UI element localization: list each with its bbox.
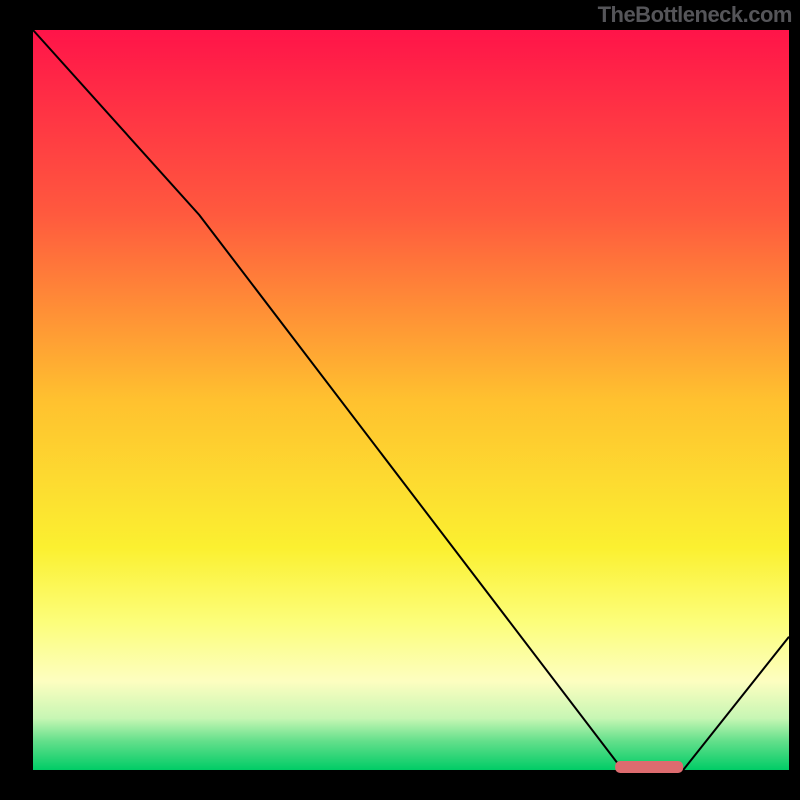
chart-container: TheBottleneck.com — [0, 0, 800, 800]
bottleneck-chart — [0, 0, 800, 800]
plot-background — [33, 30, 789, 770]
optimal-marker — [615, 761, 683, 773]
